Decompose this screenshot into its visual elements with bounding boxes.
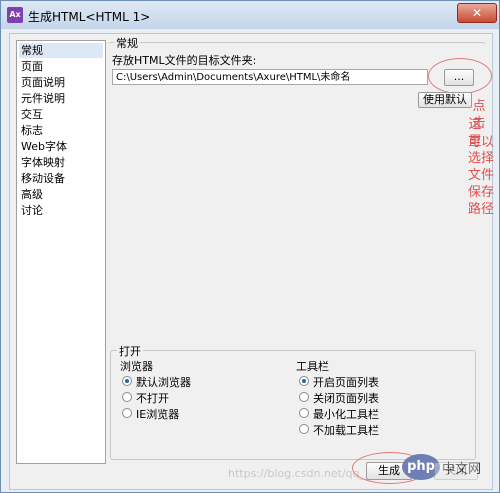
annotation-circle (428, 58, 492, 94)
radio-minimize-toolbar[interactable] (299, 408, 309, 418)
sidebar-item-interactions[interactable]: 交互 (19, 107, 103, 122)
sidebar-item-advanced[interactable]: 高级 (19, 187, 103, 202)
sidebar-item-web-fonts[interactable]: Web字体 (19, 139, 103, 154)
use-default-button[interactable]: 使用默认 (418, 92, 472, 108)
radio-do-not-open[interactable] (122, 392, 132, 402)
window-title: 生成HTML<HTML 1> (28, 10, 151, 24)
annotation-char: 选 (468, 151, 482, 166)
annotation-char: 可 (468, 135, 482, 150)
sidebar-item-widget-notes[interactable]: 元件说明 (19, 91, 103, 106)
radio-open-page-list-label: 开启页面列表 (313, 376, 379, 389)
general-group-title: 常规 (114, 35, 140, 51)
sidebar-item-mobile[interactable]: 移动设备 (19, 171, 103, 186)
toolbar-section-title: 工具栏 (296, 360, 329, 373)
settings-sidebar: 常规 页面 页面说明 元件说明 交互 标志 Web字体 字体映射 移动设备 高级… (16, 40, 106, 464)
radio-ie-browser-label: IE浏览器 (136, 408, 180, 421)
axure-app-icon: Ax (7, 7, 23, 23)
close-button[interactable]: 关闭 (434, 462, 478, 480)
annotation-col-3: 可以 (468, 134, 500, 151)
sidebar-item-logo[interactable]: 标志 (19, 123, 103, 138)
close-window-button[interactable]: ✕ (457, 3, 497, 23)
annotation-char: 径 (481, 202, 495, 217)
title-bar: Ax 生成HTML<HTML 1> ✕ (1, 1, 499, 29)
annotation-char: 存 (481, 185, 495, 200)
dialog-body: 常规 页面 页面说明 元件说明 交互 标志 Web字体 字体映射 移动设备 高级… (9, 33, 494, 490)
annotation-char: 择 (481, 151, 495, 166)
radio-minimize-toolbar-label: 最小化工具栏 (313, 408, 379, 421)
radio-default-browser-label: 默认浏览器 (136, 376, 191, 389)
path-label: 存放HTML文件的目标文件夹: (112, 54, 257, 67)
annotation-char: 保 (468, 185, 482, 200)
annotation-char: 件 (481, 168, 495, 183)
annotation-char: 路 (468, 202, 482, 217)
browser-section-title: 浏览器 (120, 360, 153, 373)
radio-close-page-list-label: 关闭页面列表 (313, 392, 379, 405)
annotation-char: 以 (481, 135, 495, 150)
sidebar-item-font-mapping[interactable]: 字体映射 (19, 155, 103, 170)
sidebar-item-page-notes[interactable]: 页面说明 (19, 75, 103, 90)
radio-no-toolbar-label: 不加载工具栏 (313, 424, 379, 437)
annotation-char: 点 (472, 99, 486, 114)
annotation-col-4: 选择 文件 保存 路径 (468, 150, 500, 218)
general-group: 常规 (108, 35, 486, 341)
radio-open-page-list[interactable] (299, 376, 309, 386)
output-folder-input[interactable]: C:\Users\Admin\Documents\Axure\HTML\未命名 (112, 69, 428, 85)
radio-default-browser[interactable] (122, 376, 132, 386)
radio-close-page-list[interactable] (299, 392, 309, 402)
open-group-title: 打开 (117, 343, 143, 359)
radio-do-not-open-label: 不打开 (136, 392, 169, 405)
sidebar-item-pages[interactable]: 页面 (19, 59, 103, 74)
radio-ie-browser[interactable] (122, 408, 132, 418)
dialog-window: Ax 生成HTML<HTML 1> ✕ 常规 页面 页面说明 元件说明 交互 标… (0, 0, 500, 493)
annotation-char: 文 (468, 168, 482, 183)
sidebar-item-discussion[interactable]: 讨论 (19, 203, 103, 218)
radio-no-toolbar[interactable] (299, 424, 309, 434)
sidebar-item-general[interactable]: 常规 (19, 43, 103, 58)
annotation-char: 这 (468, 117, 482, 132)
